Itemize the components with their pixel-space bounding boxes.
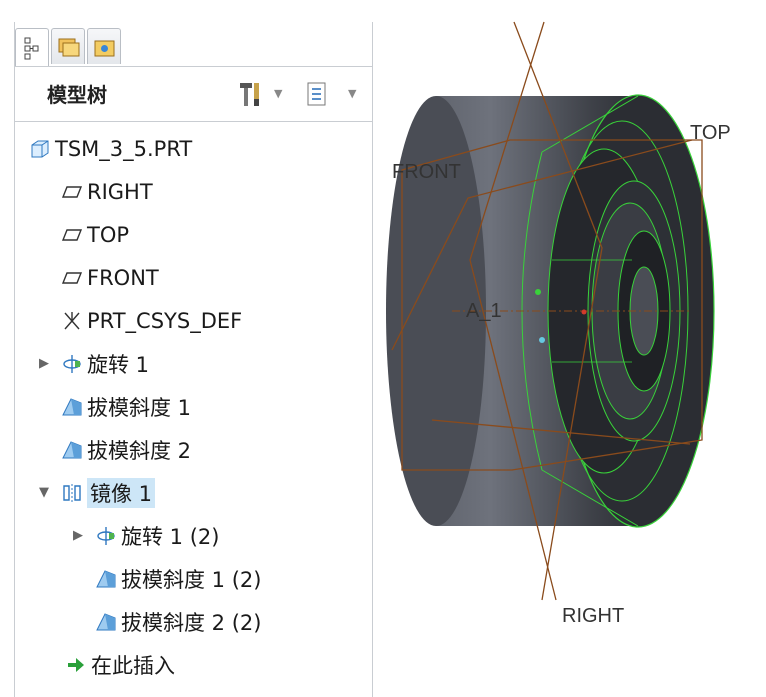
tree-item-top[interactable]: TOP	[61, 217, 129, 253]
csys-icon	[64, 312, 80, 330]
tree-item-label: TSM_3_5.PRT	[55, 137, 193, 161]
tree-item-label: 镜像 1	[87, 478, 156, 508]
tree-item-revolve-1[interactable]: 旋转 1	[61, 346, 149, 382]
tree-item-label: 拔模斜度 1 (2)	[121, 568, 262, 592]
datum-right-label[interactable]: RIGHT	[562, 605, 624, 627]
tree-item-root[interactable]: TSM_3_5.PRT	[29, 131, 192, 167]
expand-arrow-icon[interactable]: ▶	[39, 356, 49, 371]
revolve-icon	[97, 527, 115, 545]
axis-label[interactable]: A_1	[466, 300, 502, 322]
model-tree-toolbar: 模型树 ▼ ▼	[15, 66, 372, 122]
tree-icon	[24, 37, 39, 60]
draft-icon	[62, 441, 82, 459]
panel-title: 模型树	[47, 83, 107, 107]
tree-item-label: 拔模斜度 2	[87, 439, 192, 463]
folder-browser-tab[interactable]	[51, 28, 85, 64]
favorites-tab[interactable]	[87, 28, 121, 64]
tree-item-label: 在此插入	[91, 654, 175, 678]
navigator-tabbar	[15, 22, 372, 66]
tree-item-right[interactable]: RIGHT	[61, 174, 153, 210]
collapse-arrow-icon[interactable]: ▼	[39, 485, 49, 500]
datum-front-label[interactable]: FRONT	[392, 161, 461, 183]
tree-item-label: 旋转 1 (2)	[121, 525, 220, 549]
model-tree-panel: 模型树 ▼ ▼ TSM_3_5.PRT RIGHT TOP FRONT PRT_…	[14, 22, 373, 697]
tree-item-label: 拔模斜度 2 (2)	[121, 611, 262, 635]
tree-item-label: 拔模斜度 1	[87, 396, 192, 420]
draft-icon	[96, 613, 116, 631]
draft-icon	[62, 398, 82, 416]
csys-point	[539, 337, 545, 343]
graphics-viewport[interactable]: FRONT TOP RIGHT A_1	[372, 0, 766, 697]
tree-item-draft-1[interactable]: 拔模斜度 1	[61, 389, 191, 425]
datum-plane-icon	[61, 229, 83, 241]
revolve-icon	[63, 355, 81, 373]
mirror-icon	[63, 484, 81, 502]
show-list-icon[interactable]	[305, 81, 329, 107]
folder-icon	[58, 38, 80, 57]
tree-item-draft-1-2[interactable]: 拔模斜度 1 (2)	[95, 561, 261, 597]
tree-item-label: 旋转 1	[87, 353, 150, 377]
tree-item-draft-2-2[interactable]: 拔模斜度 2 (2)	[95, 604, 261, 640]
settings-tools-icon[interactable]	[237, 79, 271, 109]
csys-origin	[581, 309, 587, 315]
part-icon	[31, 140, 49, 158]
datum-plane-icon	[61, 272, 83, 284]
tree-item-csys[interactable]: PRT_CSYS_DEF	[61, 303, 242, 339]
tree-item-label: FRONT	[87, 266, 159, 290]
datum-top-label[interactable]: TOP	[690, 122, 731, 144]
model-tree-tab[interactable]	[15, 28, 49, 66]
expand-arrow-icon[interactable]: ▶	[73, 528, 83, 543]
tree-item-revolve-1-2[interactable]: 旋转 1 (2)	[95, 518, 219, 554]
tree-item-label: PRT_CSYS_DEF	[87, 309, 243, 333]
datum-plane-icon	[61, 186, 83, 198]
tree-item-insert-here[interactable]: 在此插入	[65, 647, 175, 683]
tree-item-front[interactable]: FRONT	[61, 260, 159, 296]
chevron-down-icon[interactable]: ▼	[274, 87, 282, 100]
csys-point	[535, 289, 541, 295]
favorites-icon	[94, 40, 115, 57]
tree-item-mirror-1[interactable]: 镜像 1	[61, 475, 156, 511]
tree-item-label: TOP	[87, 223, 130, 247]
tree-item-label: RIGHT	[87, 180, 153, 204]
draft-icon	[96, 570, 116, 588]
insert-arrow-icon	[68, 658, 84, 672]
tree-item-draft-2[interactable]: 拔模斜度 2	[61, 432, 191, 468]
chevron-down-icon[interactable]: ▼	[348, 87, 356, 100]
